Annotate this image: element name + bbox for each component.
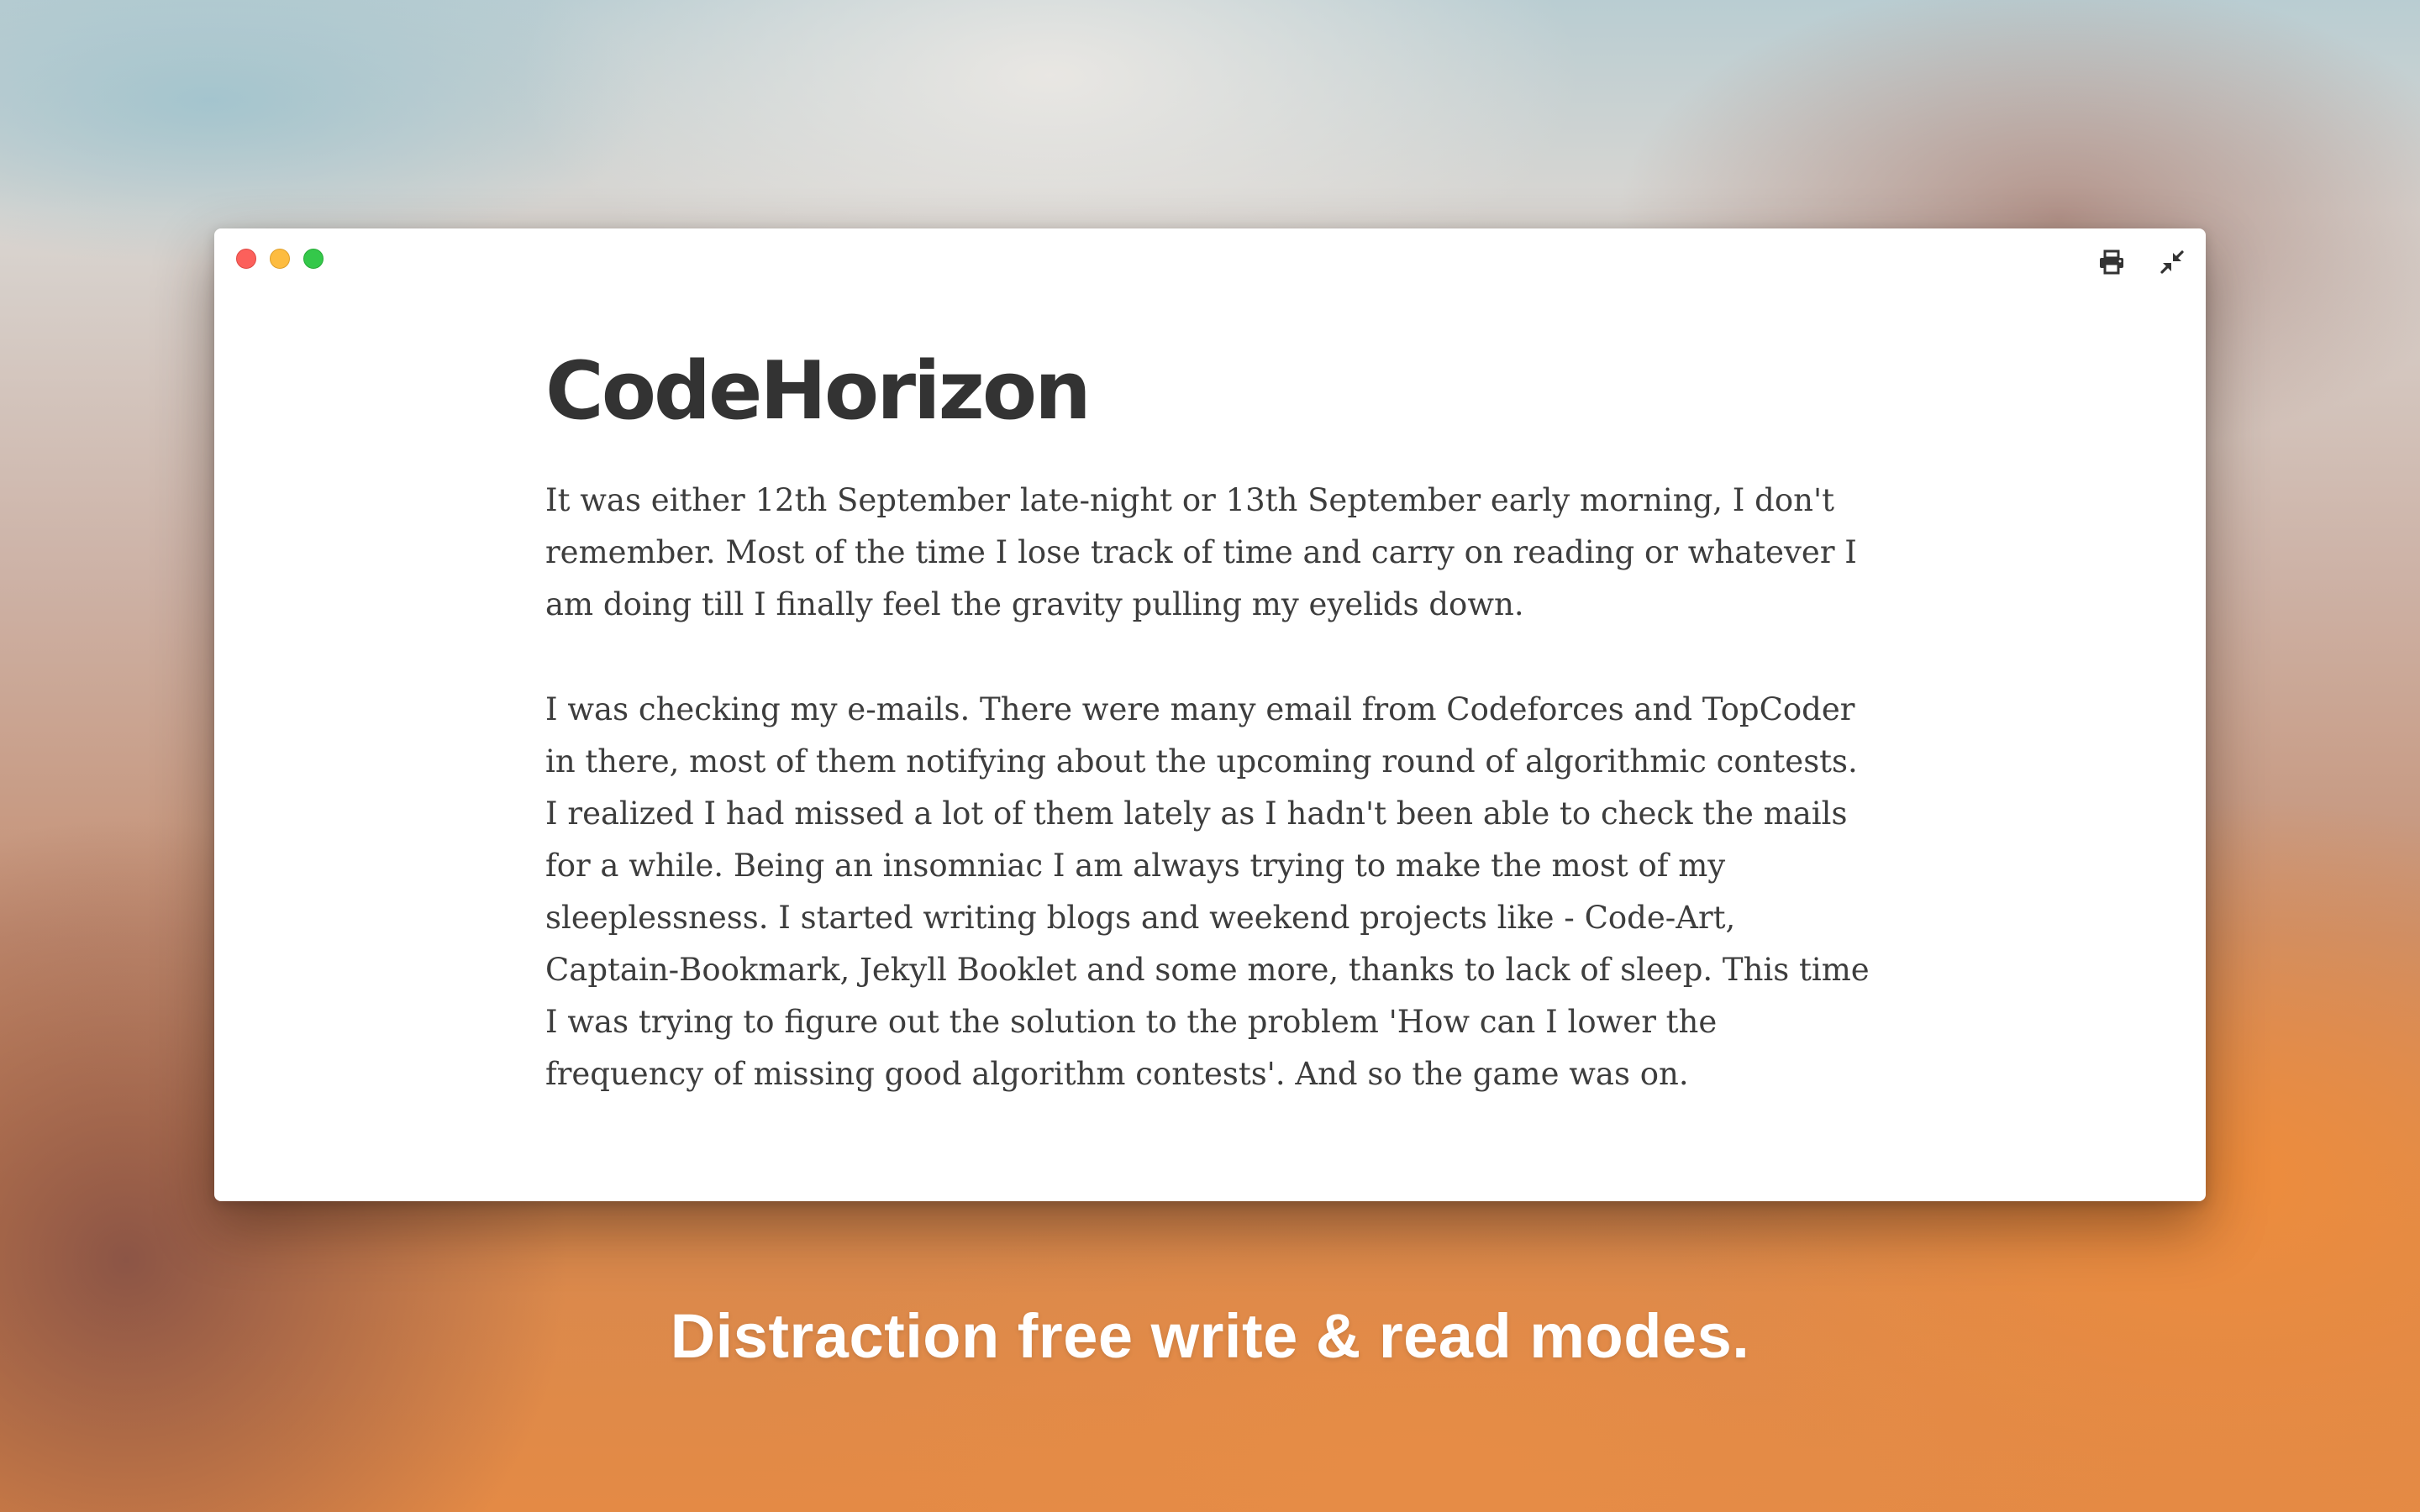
paragraph-2[interactable]: I was checking my e-mails. There were ma… (545, 684, 1873, 1100)
feature-caption: Distraction free write & read modes. (670, 1301, 1750, 1371)
maximize-window-button[interactable] (303, 249, 324, 269)
document-content[interactable]: CodeHorizon It was either 12th September… (545, 345, 1873, 1153)
window-toolbar (2096, 247, 2187, 277)
minimize-window-button[interactable] (270, 249, 290, 269)
app-window: CodeHorizon It was either 12th September… (214, 228, 2206, 1201)
paragraph-1[interactable]: It was either 12th September late-night … (545, 475, 1873, 631)
window-controls (236, 249, 324, 269)
document-title[interactable]: CodeHorizon (545, 345, 1873, 438)
close-window-button[interactable] (236, 249, 256, 269)
printer-icon[interactable] (2096, 247, 2127, 277)
collapse-arrows-icon[interactable] (2157, 247, 2187, 277)
